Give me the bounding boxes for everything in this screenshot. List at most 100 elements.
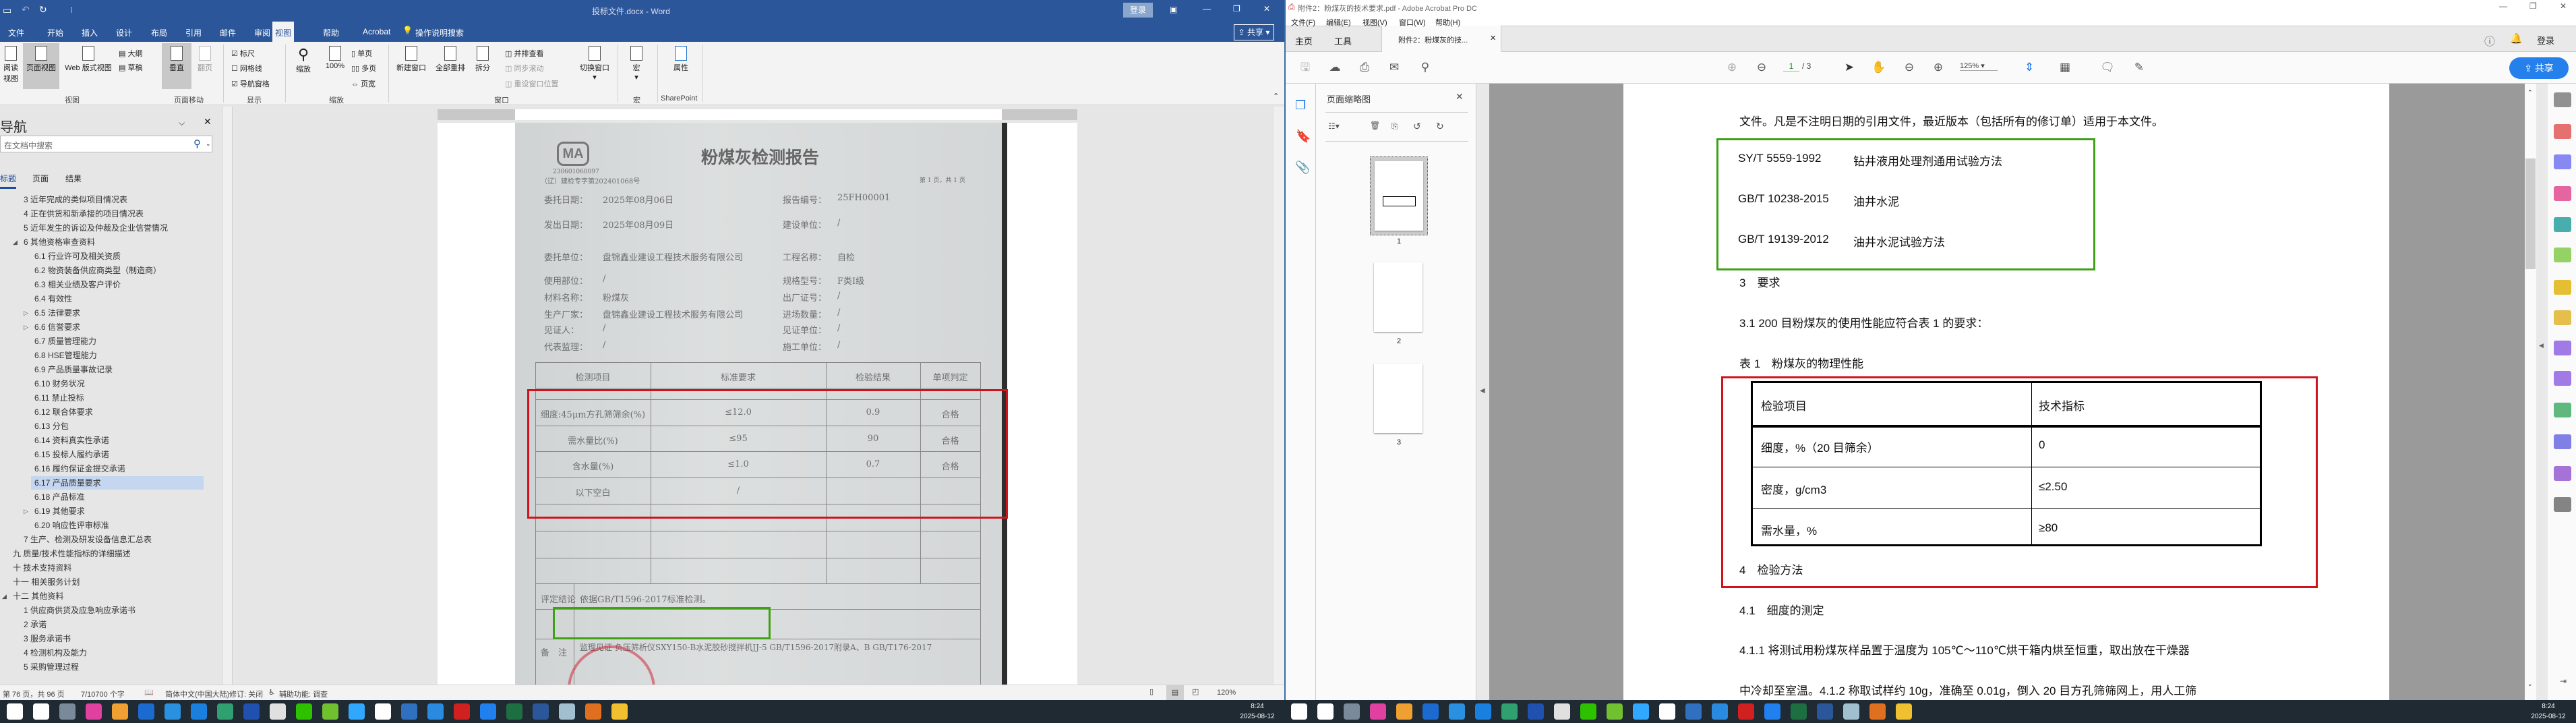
one-page-button[interactable]: ▯ 单页 bbox=[351, 48, 372, 59]
nav-search-input[interactable]: 在文档中搜索 ⚲ ⌄ bbox=[0, 136, 212, 152]
track-changes[interactable]: 修订: 关闭 bbox=[229, 689, 263, 699]
create-pdf-icon[interactable] bbox=[2554, 124, 2571, 139]
page-width-button[interactable]: ⇔ 页宽 bbox=[351, 78, 376, 89]
insert-page-icon[interactable]: ⎘ bbox=[1391, 121, 1398, 132]
nav-heading-item[interactable]: 7 生产、检测及研发设备信息汇总表 bbox=[20, 533, 199, 546]
nav-heading-item[interactable]: 6.13 分包 bbox=[31, 420, 199, 433]
file-explorer-icon[interactable] bbox=[1896, 703, 1912, 720]
word-icon[interactable] bbox=[1817, 703, 1833, 720]
blue-white-app-icon[interactable] bbox=[164, 703, 181, 720]
menu-item[interactable]: 帮助(H) bbox=[1435, 17, 1460, 28]
tab-4[interactable]: 布局 bbox=[148, 26, 170, 40]
collapsed-triangle-icon[interactable]: ▷ bbox=[24, 306, 28, 320]
pen-app-icon[interactable] bbox=[1607, 703, 1623, 720]
close-panel-icon[interactable]: ✕ bbox=[1456, 91, 1464, 103]
share-button[interactable]: ⇪ 共享 ▾ bbox=[1234, 24, 1274, 40]
minimize-button[interactable]: — bbox=[1203, 4, 1211, 13]
nav-options-icon[interactable]: ⌵ bbox=[179, 118, 185, 128]
excel-icon[interactable] bbox=[506, 703, 522, 720]
nav-heading-item[interactable]: 6.2 物资装备供应商类型（制造商） bbox=[31, 264, 199, 277]
zoom-out-icon[interactable]: ⊖ bbox=[1902, 60, 1917, 75]
nav-heading-item[interactable]: 九 质量/技术性能指标的详细描述 bbox=[9, 547, 199, 560]
outline-button[interactable]: ▤ 大纲 bbox=[119, 48, 142, 59]
close-tab-icon[interactable]: ✕ bbox=[1490, 34, 1496, 42]
tab-tools[interactable]: 工具 bbox=[1334, 34, 1352, 47]
sync-scroll-button[interactable]: ◫ 同步滚动 bbox=[505, 63, 543, 74]
draft-button[interactable]: ▤ 草稿 bbox=[119, 62, 142, 73]
vertical-scrollbar[interactable]: ⌃ ⌄ bbox=[2525, 84, 2536, 700]
fill-sign-icon[interactable] bbox=[2554, 341, 2571, 355]
photoshop-icon[interactable] bbox=[349, 703, 365, 720]
page-count[interactable]: 第 76 页，共 96 页 bbox=[3, 689, 65, 699]
save-icon[interactable]: ▭ bbox=[3, 5, 11, 16]
fit-page-icon[interactable]: ⇕ bbox=[2022, 60, 2037, 75]
nav-heading-item[interactable]: 6.16 履约保证金提交承诺 bbox=[31, 462, 199, 475]
notepad-icon[interactable] bbox=[1843, 703, 1859, 720]
web-layout-view-icon[interactable]: ◰ bbox=[1192, 687, 1199, 696]
ruler-checkbox[interactable]: ☑ 标尺 bbox=[231, 48, 255, 59]
nav-heading-item[interactable]: 6.3 相关业绩及客户评价 bbox=[31, 278, 199, 291]
nav-tab-headings[interactable]: 标题 bbox=[0, 173, 16, 189]
nav-heading-item[interactable]: 3 近年完成的类似项目情况表 bbox=[20, 193, 199, 206]
request-signature-icon[interactable] bbox=[2554, 371, 2571, 386]
customize-qat-icon[interactable]: ⁝ bbox=[70, 5, 73, 15]
expanded-triangle-icon[interactable]: ◢ bbox=[2, 589, 7, 603]
collapse-ribbon-icon[interactable]: ⌃ bbox=[1273, 92, 1279, 100]
collapse-left-icon[interactable]: ◀ bbox=[1480, 387, 1485, 395]
rotate-right-icon[interactable]: ↻ bbox=[1436, 121, 1444, 132]
nav-close-icon[interactable]: ✕ bbox=[204, 116, 212, 127]
collapsed-triangle-icon[interactable]: ▷ bbox=[24, 320, 28, 334]
email-icon[interactable]: ✉ bbox=[1387, 60, 1402, 75]
scroll-up-icon[interactable]: ⌃ bbox=[2527, 89, 2533, 96]
nav-heading-item[interactable]: 6.5 法律要求 bbox=[31, 306, 199, 320]
minimize-button[interactable]: — bbox=[2499, 1, 2507, 11]
select-cursor-icon[interactable]: ➤ bbox=[1842, 60, 1857, 75]
camera-app-icon[interactable] bbox=[1396, 703, 1412, 720]
tab-11[interactable]: 操作说明搜索 bbox=[413, 26, 467, 40]
side-by-side-button[interactable]: ◫ 并排查看 bbox=[505, 48, 543, 59]
save-icon[interactable]: 🖫 bbox=[1298, 60, 1313, 75]
comment-icon[interactable] bbox=[2554, 310, 2571, 325]
tab-home[interactable]: 主页 bbox=[1295, 34, 1313, 47]
thumbnail-page-3[interactable] bbox=[1374, 364, 1422, 433]
maximize-button[interactable]: ❐ bbox=[2529, 1, 2537, 11]
scroll-down-icon[interactable]: ⌄ bbox=[2527, 681, 2533, 688]
search-icon[interactable] bbox=[1317, 703, 1334, 720]
nav-heading-item[interactable]: 6 其他资格审查资料 bbox=[20, 235, 199, 249]
nav-heading-item[interactable]: 十二 其他资料 bbox=[9, 589, 199, 603]
tab-0[interactable]: 文件 bbox=[5, 26, 27, 40]
macros-button[interactable]: 宏 ▾ bbox=[624, 46, 649, 82]
nav-heading-item[interactable]: 4 正在供货和新承接的项目情况表 bbox=[20, 207, 199, 221]
login-link[interactable]: 登录 bbox=[2537, 34, 2554, 47]
nav-tab-pages[interactable]: 页面 bbox=[32, 173, 49, 184]
switch-window-button[interactable]: 切换窗口 ▾ bbox=[574, 46, 615, 82]
color-wheel-app-icon[interactable] bbox=[86, 703, 102, 720]
menu-item[interactable]: 窗口(W) bbox=[1399, 17, 1426, 28]
print-layout-view-icon[interactable]: ▤ bbox=[1166, 685, 1184, 700]
windows-start-icon[interactable] bbox=[7, 703, 23, 720]
zoom-button[interactable]: ⚲ 缩放 bbox=[290, 46, 317, 74]
vertical-button[interactable]: 垂直 bbox=[162, 43, 191, 89]
scrollbar-thumb[interactable] bbox=[2525, 158, 2536, 269]
read-mode-view-icon[interactable]: ▯ bbox=[1149, 687, 1154, 696]
print-layout-button[interactable]: 页面视图 bbox=[23, 43, 59, 89]
accessibility-status[interactable]: 辅助功能: 调查 bbox=[279, 689, 328, 699]
login-button[interactable]: 登录 bbox=[1123, 3, 1153, 18]
print-production-icon[interactable] bbox=[2554, 403, 2571, 417]
maximize-button[interactable]: ❐ bbox=[1233, 4, 1240, 13]
f-app-icon[interactable] bbox=[1554, 703, 1570, 720]
share-button[interactable]: ⇪ 共享 bbox=[2509, 57, 2569, 79]
tab-8[interactable]: 视图 bbox=[272, 22, 295, 42]
rotate-left-icon[interactable]: ↺ bbox=[1413, 121, 1421, 132]
redo-icon[interactable]: ↻ bbox=[39, 4, 47, 16]
wechat-icon[interactable] bbox=[296, 703, 312, 720]
side-to-side-button[interactable]: 翻页 bbox=[193, 46, 217, 73]
nav-heading-item[interactable]: 6.19 其他要求 bbox=[31, 504, 199, 518]
split-button[interactable]: 拆分 bbox=[471, 46, 495, 73]
scroll-mode-icon[interactable]: ▦ bbox=[2058, 60, 2072, 75]
circle-app-icon[interactable] bbox=[1475, 703, 1491, 720]
panel-collapse-strip[interactable]: ◀ bbox=[1476, 84, 1489, 700]
nav-heading-item[interactable]: 6.12 联合体要求 bbox=[31, 405, 199, 419]
export-pdf-icon[interactable] bbox=[2554, 217, 2571, 232]
tab-10[interactable]: Acrobat bbox=[360, 26, 393, 38]
